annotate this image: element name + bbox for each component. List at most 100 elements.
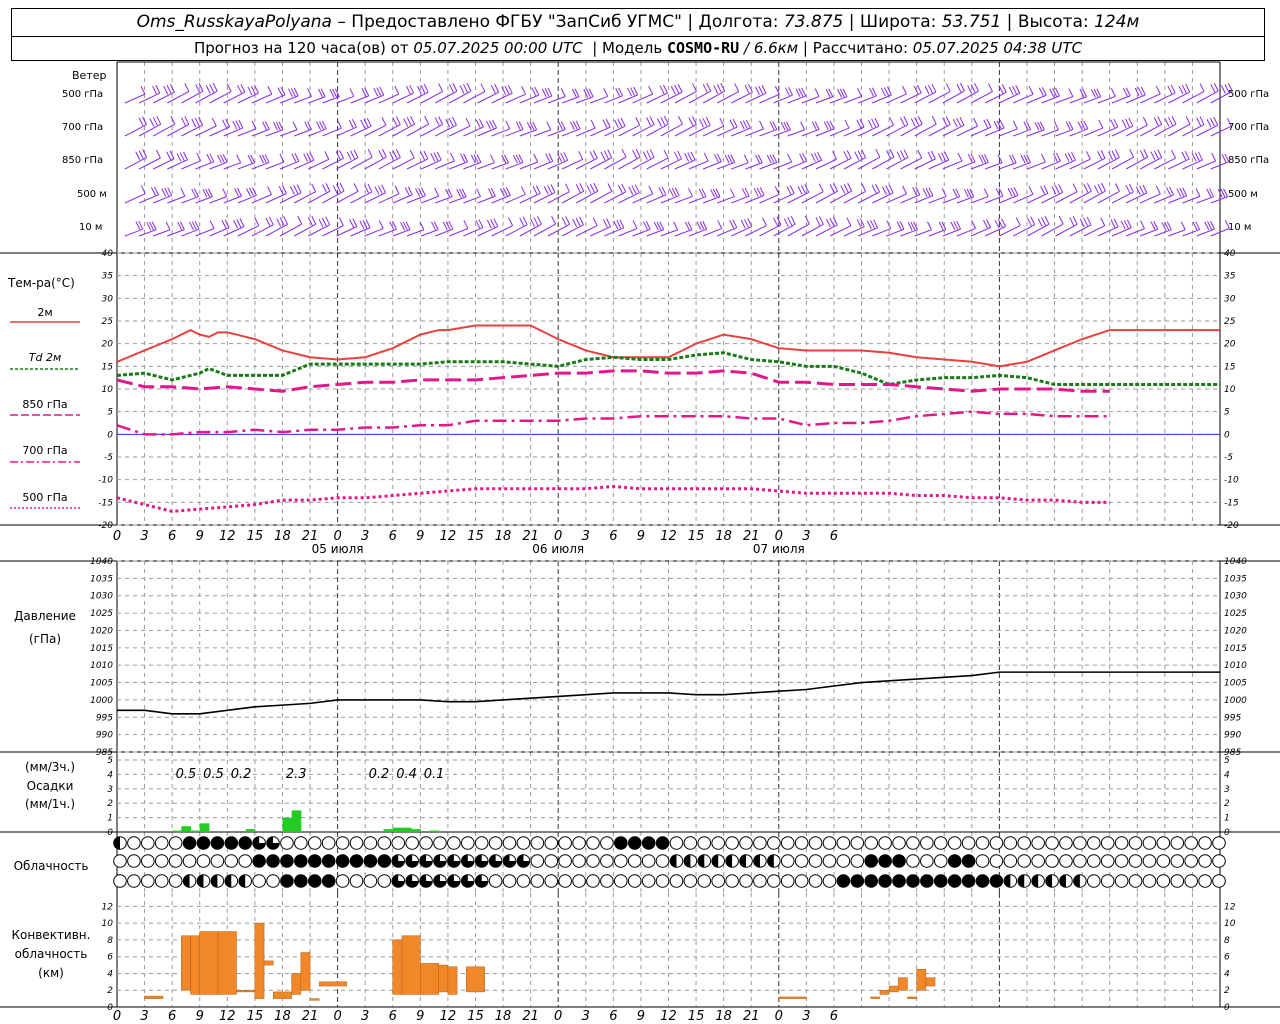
- wind-barb: [787, 152, 808, 170]
- ytick-right-conv: 6: [1224, 953, 1230, 963]
- cloud-circle: [836, 836, 851, 850]
- cloud-circle: [1142, 854, 1157, 868]
- ytick-left-precip: 3: [107, 785, 113, 795]
- cloud-cover-icon: [433, 836, 447, 850]
- wind-barb-flag: [350, 150, 355, 159]
- cloud-circle: [530, 836, 545, 850]
- wind-barb-flag: [1113, 118, 1119, 128]
- wind-barb-flag: [846, 150, 852, 159]
- wind-barb-flag: [916, 84, 922, 94]
- wind-barb-flag: [1206, 118, 1212, 128]
- wind-barb: [928, 188, 947, 204]
- cloud-cover-icon: [335, 874, 350, 888]
- ytick-right-precip: 5: [1224, 756, 1230, 766]
- wind-barb-flag: [395, 149, 401, 158]
- wind-barb-shaft: [900, 229, 918, 237]
- cloud-circle: [1212, 836, 1226, 850]
- wind-barb-flag: [1153, 150, 1159, 159]
- cloud-circle: [1003, 836, 1018, 850]
- cloud-cover-icon: [794, 874, 809, 888]
- wind-barb: [434, 82, 458, 104]
- cloud-cover-icon: [460, 874, 475, 888]
- cloud-circle: [822, 874, 837, 888]
- xtick-hour-conv: 3: [582, 1009, 590, 1024]
- wind-barb-shaft: [336, 95, 355, 104]
- wind-barb-shaft: [138, 229, 157, 237]
- wind-barb-flag: [1037, 218, 1043, 227]
- ytick-right-conv: 2: [1224, 986, 1230, 996]
- cloud-circle: [808, 874, 823, 888]
- cloud-circle: [558, 836, 572, 850]
- wind-barb-flag: [180, 188, 186, 197]
- ytick-left-temp: -20: [98, 521, 113, 531]
- cloud-circle: [655, 854, 670, 868]
- wind-barb-flag: [1083, 184, 1089, 193]
- wind-barb-shaft: [928, 229, 947, 237]
- wind-barb-shaft: [519, 129, 537, 137]
- wind-barb-shaft: [717, 196, 735, 204]
- cloud-circle: [989, 836, 1004, 850]
- precip-3h-label: 0.5: [203, 767, 224, 782]
- cloud-cover-icon: [878, 836, 892, 850]
- wind-barb-flag: [744, 219, 749, 228]
- cloud-cover-icon: [307, 874, 322, 888]
- wind-barb-flag: [522, 216, 528, 226]
- wind-barb: [1055, 151, 1076, 170]
- cloud-circle: [683, 874, 698, 888]
- xtick-hour-conv: 15: [688, 1009, 705, 1024]
- cloud-circle: [1086, 854, 1101, 868]
- wind-barb-flag: [1167, 85, 1173, 95]
- wind-barb-flag: [196, 152, 202, 162]
- wind-barb: [561, 183, 585, 204]
- wind-barb-flag: [351, 118, 357, 128]
- wind-barb-flag: [959, 116, 965, 126]
- wind-barb-flag: [1180, 221, 1186, 230]
- wind-barb-flag: [729, 188, 735, 197]
- wind-barb-flag: [374, 186, 380, 195]
- precip-bar: [392, 827, 403, 832]
- wind-barb-shaft: [688, 90, 711, 104]
- wind-barb: [759, 186, 780, 204]
- cloud-fill-overcast: [350, 854, 363, 868]
- wind-barb-shaft: [265, 129, 284, 137]
- cloud-cover-icon: [419, 874, 433, 888]
- cloud-cover-icon: [294, 874, 308, 888]
- wind-barb-shaft: [378, 228, 397, 237]
- wind-barb: [1111, 148, 1135, 170]
- cloud-fill-overcast: [378, 854, 391, 868]
- wind-barb-flag: [296, 184, 302, 193]
- wind-barb-flag: [941, 152, 946, 161]
- wind-barb: [759, 121, 778, 137]
- cloud-circle: [127, 854, 141, 868]
- cloud-cover-icon: [836, 854, 851, 868]
- wind-barb-flag: [1094, 185, 1100, 194]
- wind-barb: [167, 188, 186, 204]
- cloud-circle: [530, 854, 545, 868]
- cloud-cover-icon: [753, 836, 767, 850]
- wind-barb-flag: [744, 85, 750, 94]
- wind-barb-flag: [180, 117, 186, 126]
- cloud-cover-icon: [711, 836, 725, 850]
- cloud-cover-icon: [558, 874, 572, 888]
- wind-barb-shaft: [138, 123, 161, 137]
- wind-barb-flag: [684, 153, 690, 162]
- cloud-circle: [433, 836, 447, 850]
- cloud-cover-icon: [127, 874, 141, 888]
- wind-barb: [1013, 121, 1032, 137]
- cloud-cover-icon: [878, 874, 892, 888]
- cloud-cover-icon: [572, 854, 586, 868]
- cloud-circle: [154, 836, 169, 850]
- cloud-circle: [1142, 836, 1157, 850]
- cloud-cover-icon: [600, 854, 614, 868]
- xtick-hour-conv: 18: [495, 1009, 512, 1024]
- conv-bar: [273, 991, 292, 999]
- wind-barb-flag: [493, 218, 499, 227]
- wind-barb-flag: [449, 152, 455, 162]
- wind-barb-shaft: [1013, 128, 1031, 137]
- xtick-hour-conv: 3: [140, 1009, 148, 1024]
- cloud-fill-overcast: [892, 854, 906, 868]
- ytick-right-pressure: 1000: [1224, 696, 1247, 706]
- wind-barb-flag: [1142, 184, 1148, 194]
- wind-barb: [124, 116, 147, 137]
- cloud-circle: [975, 854, 990, 868]
